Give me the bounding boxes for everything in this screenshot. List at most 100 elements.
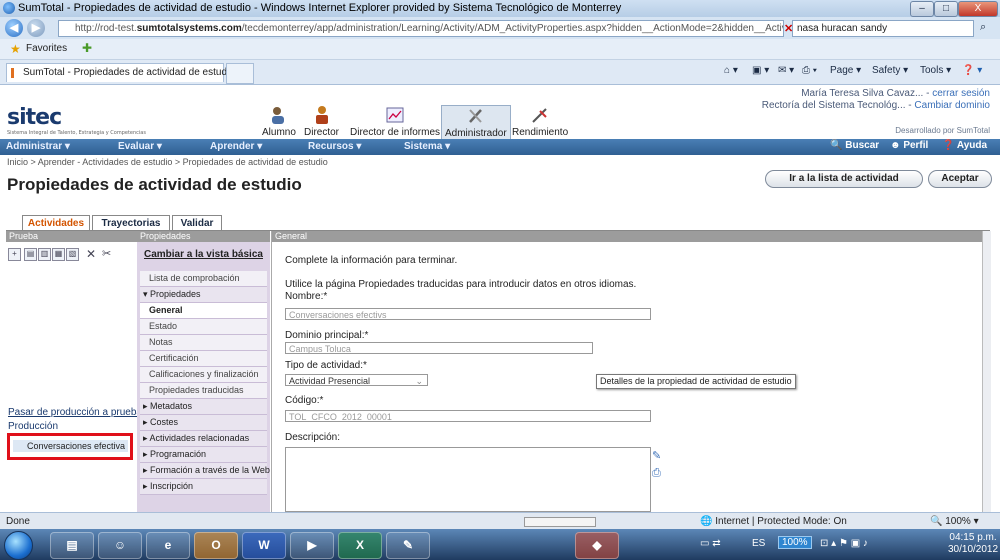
maximize-button[interactable]: □ [934,1,958,17]
ie-taskbar-icon[interactable]: e [146,532,190,559]
domain-field[interactable]: Campus Toluca [285,342,593,354]
feeds-icon[interactable]: ▣ ▾ [752,65,769,76]
ayuda-label: Ayuda [956,140,988,151]
nav-item[interactable]: General [140,303,267,319]
nav-item[interactable]: ▸ Metadatos [140,399,267,415]
add-icon[interactable]: + [8,248,21,261]
back-button[interactable]: ◀ [5,19,23,37]
tools-menu[interactable]: Tools ▾ [920,65,951,76]
forward-button[interactable]: ▶ [27,19,45,37]
production-label: Producción [8,421,59,432]
window-titlebar[interactable]: SumTotal - Propiedades de actividad de e… [0,0,1000,18]
nav-item[interactable]: ▸ Inscripción [140,479,267,495]
description-textarea[interactable] [285,447,651,512]
page-menu[interactable]: Page ▾ [830,65,861,76]
favorites-button[interactable]: Favorites [26,43,67,54]
close-button[interactable]: X [958,1,998,17]
go-to-list-button[interactable]: Ir a la lista de actividad [765,170,923,188]
explorer-taskbar-icon[interactable]: ▤ [50,532,94,559]
code-field[interactable]: TOL_CFCO_2012_00001 [285,410,651,422]
search-input[interactable]: nasa huracan sandy [792,20,974,37]
outlook-taskbar-icon[interactable]: O [194,532,238,559]
browser-tab[interactable]: SumTotal - Propiedades de actividad de e… [6,63,235,82]
nav-item[interactable]: Lista de comprobación [140,271,267,287]
delete-icon[interactable]: ✕ [86,247,96,261]
nav-item[interactable]: Calificaciones y finalización [140,367,267,383]
role-rendimiento[interactable]: Rendimiento [512,105,568,138]
zoom-control[interactable]: 🔍 100% ▾ [930,513,979,530]
add-favorite-icon[interactable]: ✚ [82,41,92,55]
ayuda-link[interactable]: ❓ Ayuda [942,140,987,151]
address-bar[interactable]: http://rod-test.sumtotalsystems.com/tecd… [58,20,784,37]
activity-tree-item[interactable]: Conversaciones efectiva [13,440,128,452]
minimize-button[interactable]: – [910,1,934,17]
tab-validar[interactable]: Validar [172,215,222,231]
nav-item[interactable]: Propiedades traducidas [140,383,267,399]
nav-item[interactable]: Estado [140,319,267,335]
language-indicator[interactable]: ES [752,538,765,549]
tray-icons[interactable]: ⊡ ▴ ⚑ ▣ ♪ [820,538,868,549]
name-field[interactable]: Conversaciones efectivs [285,308,651,320]
nav-item[interactable]: Certificación [140,351,267,367]
battery-icon[interactable]: ▭ ⇄ [700,538,721,549]
word-taskbar-icon[interactable]: W [242,532,286,559]
menu-sistema[interactable]: Sistema ▾ [404,141,450,152]
clock[interactable]: 04:15 p.m. 30/10/2012 [948,532,998,556]
translated-note: Utilice la página Propiedades traducidas… [285,279,637,290]
search-text: nasa huracan sandy [797,23,888,34]
intro-text: Complete la información para terminar. [285,255,458,266]
move-up-icon[interactable]: ▦ [52,248,65,261]
nav-item[interactable]: ▾ Propiedades [140,287,267,303]
indent-icon[interactable]: ▤ [24,248,37,261]
developed-by: Desarrollado por SumTotal [895,126,990,135]
role-director[interactable]: Director [304,105,339,138]
excel-taskbar-icon[interactable]: X [338,532,382,559]
media-taskbar-icon[interactable]: ▶ [290,532,334,559]
paint-taskbar-icon[interactable]: ✎ [386,532,430,559]
panel-header-propiedades: Propiedades [137,231,270,242]
basic-view-link[interactable]: Cambiar a la vista básica [144,249,263,260]
role-alumno[interactable]: Alumno [262,105,296,138]
menu-recursos[interactable]: Recursos ▾ [308,141,361,152]
outdent-icon[interactable]: ▥ [38,248,51,261]
new-tab-button[interactable] [226,63,254,84]
zoom-tray[interactable]: 100% [778,536,812,549]
type-label: Tipo de actividad:* [285,360,367,371]
breadcrumb[interactable]: Inicio > Aprender - Actividades de estud… [7,157,328,167]
print-icon[interactable]: ⎙ ▾ [802,65,817,76]
search-icon[interactable]: ⌕ [980,21,986,34]
cut-icon[interactable]: ✂ [102,247,111,260]
content-scrollbar[interactable] [982,231,991,512]
nav-item[interactable]: ▸ Costes [140,415,267,431]
office-taskbar-icon[interactable]: ◆ [575,532,619,559]
type-select[interactable]: Actividad Presencial ⌄ [285,374,428,386]
role-administrador[interactable]: Administrador [441,105,511,140]
role-director-informes[interactable]: Director de informes [350,105,440,138]
move-down-icon[interactable]: ▧ [66,248,79,261]
nav-item[interactable]: ▸ Programación [140,447,267,463]
editor-icon[interactable]: ⎙ [652,467,661,480]
nav-item[interactable]: Notas [140,335,267,351]
safety-menu[interactable]: Safety ▾ [872,65,908,76]
help-icon[interactable]: ❓ ▾ [962,65,982,76]
menu-administrar[interactable]: Administrar ▾ [6,141,70,152]
people-taskbar-icon[interactable]: ☺ [98,532,142,559]
highlighted-activity[interactable]: Conversaciones efectiva [7,433,133,460]
menu-aprender[interactable]: Aprender ▾ [210,141,262,152]
home-icon[interactable]: ⌂ ▾ [724,65,738,76]
promote-to-test-link[interactable]: Pasar de producción a prueba [8,407,142,418]
menu-evaluar[interactable]: Evaluar ▾ [118,141,162,152]
spellcheck-icon[interactable]: ✎ [652,449,661,462]
tab-trayectorias[interactable]: Trayectorias [92,215,170,231]
logout-link[interactable]: cerrar sesión [932,88,990,99]
tab-actividades[interactable]: Actividades [22,215,90,231]
start-button[interactable] [4,531,33,560]
role-label: Administrador [445,128,507,139]
buscar-link[interactable]: 🔍 Buscar [830,140,879,151]
nav-item[interactable]: ▸ Formación a través de la Web [140,463,270,479]
mail-icon[interactable]: ✉ ▾ [778,65,794,76]
perfil-link[interactable]: ☻ Perfil [890,140,928,151]
change-domain-link[interactable]: Cambiar dominio [914,100,990,111]
accept-button[interactable]: Aceptar [928,170,992,188]
nav-item[interactable]: ▸ Actividades relacionadas [140,431,267,447]
